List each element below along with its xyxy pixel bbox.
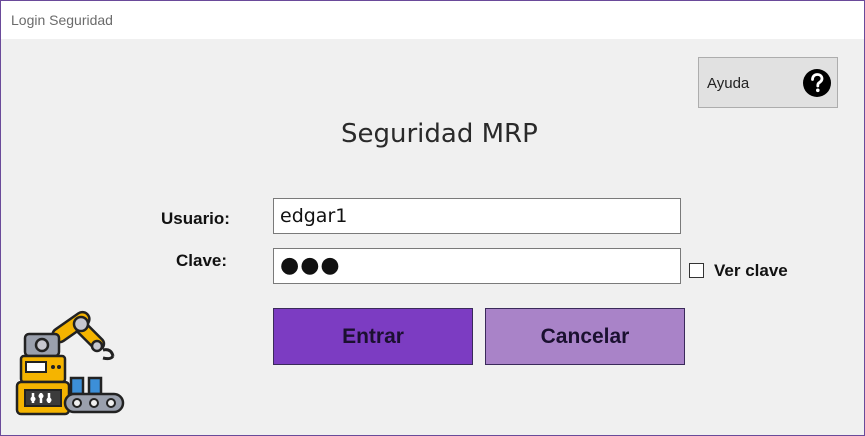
help-button[interactable]: Ayuda [698,57,838,108]
cancel-button[interactable]: Cancelar [485,308,685,365]
enter-button[interactable]: Entrar [273,308,473,365]
show-password-label: Ver clave [714,261,788,280]
question-circle-icon [803,69,831,97]
help-button-label: Ayuda [707,75,750,92]
password-label: Clave: [176,251,228,270]
password-mask: ●●● [280,253,341,278]
title-bar[interactable]: Login Seguridad [1,1,864,39]
industrial-robot-arm-icon [15,310,125,416]
login-window: Login Seguridad Ayuda Seguridad MRP Usua… [0,0,865,436]
checkbox-box[interactable] [689,263,704,278]
window-title: Login Seguridad [11,12,113,28]
username-field[interactable]: edgar1 [273,198,681,234]
page-title: Seguridad MRP [341,119,538,149]
password-field[interactable]: ●●● [273,248,681,284]
username-label: Usuario: [161,209,230,228]
